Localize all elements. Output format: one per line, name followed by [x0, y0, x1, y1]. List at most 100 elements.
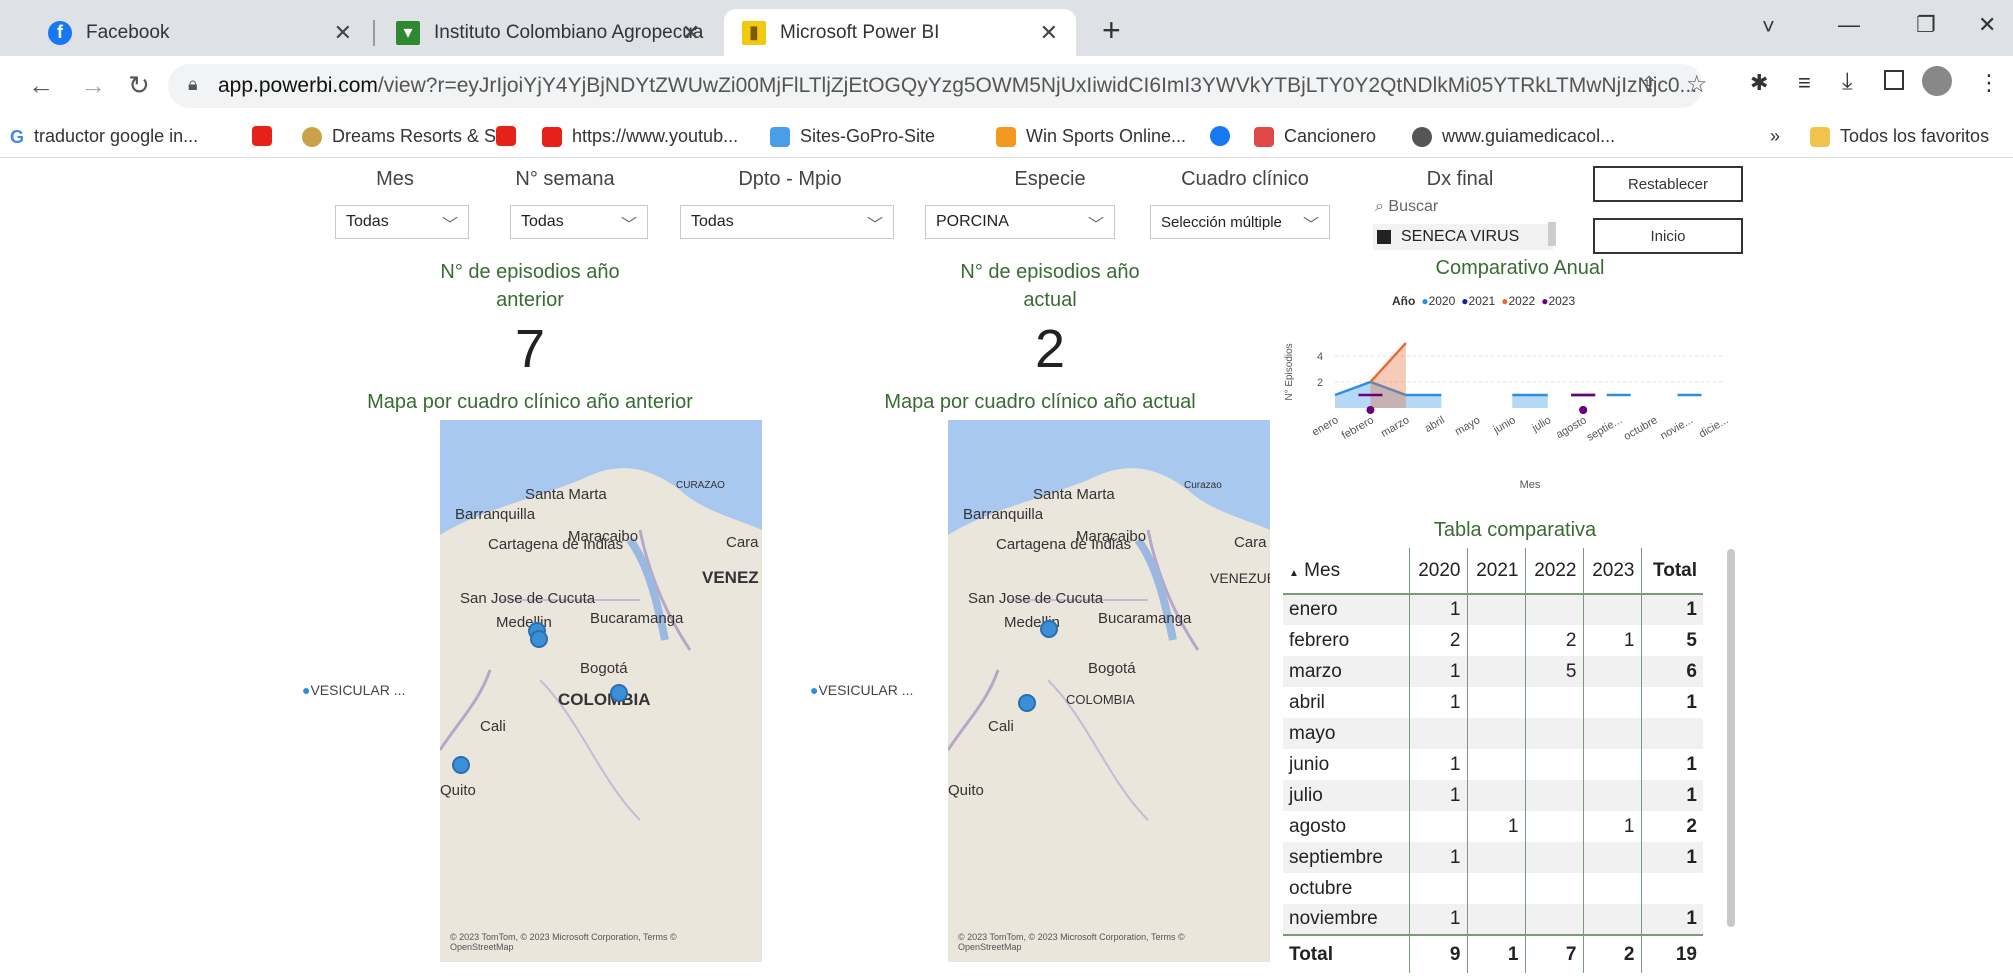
x-tick-label: febrero	[1340, 414, 1376, 442]
map-bubble[interactable]	[452, 756, 470, 774]
tab-ica[interactable]: ▾ Instituto Colombiano Agropecua ✕	[378, 9, 718, 56]
tab-search-icon[interactable]: ˅	[1762, 14, 1775, 40]
table-cell	[1524, 873, 1583, 904]
reset-button[interactable]: Restablecer	[1593, 166, 1743, 202]
restore-button[interactable]: ❐	[1916, 12, 1936, 38]
close-icon[interactable]: ✕	[682, 20, 700, 46]
slicer-dpto-dropdown[interactable]: Todas ﹀	[680, 205, 894, 239]
table-scrollbar[interactable]	[1727, 549, 1735, 927]
back-button[interactable]: ←	[28, 70, 54, 101]
bookmark-youtube-1[interactable]	[252, 126, 282, 146]
x-axis-label: Mes	[1520, 479, 1541, 491]
table-cell: 1	[1640, 780, 1703, 811]
column-header-2022[interactable]: 2022	[1524, 548, 1583, 595]
bookmarks-overflow[interactable]: »	[1770, 126, 1780, 147]
map-curr[interactable]: Santa Marta Barranquilla Cartagena de In…	[948, 420, 1270, 962]
kpi-curr-title: N° de episodios año actual	[960, 261, 1140, 311]
reload-button[interactable]: ↻	[128, 70, 150, 101]
bookmark-facebook[interactable]	[1210, 126, 1240, 146]
area-chart[interactable]: 2 4 N° Episodios enero febrero marzo abril mayo…	[1280, 320, 1740, 500]
tab-title: Microsoft Power BI	[780, 21, 940, 43]
youtube-icon	[252, 126, 272, 146]
ica-icon: ▾	[396, 20, 420, 45]
table-title: Tabla comparativa	[1433, 519, 1597, 541]
share-icon[interactable]: ⇪	[1640, 72, 1658, 98]
home-button[interactable]: Inicio	[1593, 218, 1743, 254]
dx-option-seneca[interactable]: SENECA VIRUS	[1373, 224, 1553, 250]
column-header-mes[interactable]: ▲ Mes	[1283, 548, 1409, 595]
table-row: mayo	[1283, 718, 1703, 749]
table-cell	[1640, 873, 1703, 904]
map-bubble[interactable]	[530, 630, 548, 648]
bookmark-guiamedica[interactable]: www.guiamedicacol...	[1412, 126, 1615, 147]
close-window-button[interactable]: ✕	[1978, 12, 1996, 38]
comparative-table: ▲ Mes 2020 2021 2022 2023 Total enero 1 1 febrer…	[1283, 548, 1703, 973]
table-cell: 2	[1640, 811, 1703, 842]
column-header-total[interactable]: Total	[1640, 548, 1703, 595]
slicer-mes-dropdown[interactable]: Todas ﹀	[335, 205, 469, 239]
sidepanel-icon[interactable]	[1884, 70, 1904, 90]
address-bar[interactable]: 🔒︎ app.powerbi.com/view?r=eyJrIjoiYjY4Yj…	[168, 64, 1703, 108]
map-bubble[interactable]	[610, 684, 628, 702]
avatar[interactable]	[1922, 66, 1952, 96]
legend-item-2022[interactable]: ●2022	[1501, 294, 1535, 308]
minimize-button[interactable]: —	[1838, 12, 1860, 38]
youtube-icon	[542, 126, 562, 147]
map-bubble[interactable]	[1040, 620, 1058, 638]
bookmark-youtube-2[interactable]	[496, 126, 526, 146]
column-header-2020[interactable]: 2020	[1408, 548, 1467, 595]
dx-scrollbar[interactable]	[1548, 222, 1556, 246]
bookmark-gopro[interactable]: Sites-GoPro-Site	[770, 126, 935, 147]
legend-item-2023[interactable]: ●2023	[1541, 294, 1575, 308]
bookmark-youtube-3[interactable]: https://www.youtub...	[542, 126, 738, 147]
extensions-icon[interactable]: ✱	[1750, 70, 1768, 96]
download-icon[interactable]: ⤓	[1842, 68, 1853, 96]
column-header-2023[interactable]: 2023	[1582, 548, 1641, 595]
x-tick-label: agosto	[1554, 414, 1589, 441]
google-icon: G	[10, 126, 25, 147]
table-row: noviembre 1 1	[1283, 904, 1703, 935]
close-icon[interactable]: ✕	[334, 20, 352, 46]
x-tick-label: novie...	[1658, 414, 1695, 442]
legend-item-2020[interactable]: ●2020	[1421, 294, 1455, 308]
bookmark-winsports[interactable]: Win Sports Online...	[996, 126, 1186, 147]
table-cell	[1524, 780, 1583, 811]
tab-facebook[interactable]: f Facebook ✕	[30, 9, 370, 56]
legend-item-2021[interactable]: ●2021	[1461, 294, 1495, 308]
column-header-2021[interactable]: 2021	[1466, 548, 1525, 595]
slicer-semana-dropdown[interactable]: Todas ﹀	[510, 205, 648, 239]
table-cell: 1	[1408, 687, 1467, 718]
chart-legend: Año ●2020 ●2021 ●2022 ●2023	[1392, 294, 1576, 308]
chevron-down-icon: ﹀	[1302, 217, 1319, 234]
map-curr-legend: ●VESICULAR ...	[810, 682, 914, 698]
forward-button[interactable]: →	[80, 70, 106, 101]
checkbox-checked[interactable]	[1377, 230, 1391, 244]
bookmark-dreams[interactable]: Dreams Resorts & S...	[302, 126, 511, 147]
map-prev[interactable]: Santa Marta Barranquilla Cartagena de In…	[440, 420, 762, 962]
media-icon[interactable]: ≡	[1798, 70, 1811, 96]
x-tick-label: octubre	[1622, 414, 1660, 443]
close-icon[interactable]: ✕	[1040, 20, 1058, 46]
menu-icon[interactable]: ⋮	[1978, 70, 2000, 96]
x-tick-label: septie...	[1585, 414, 1624, 444]
bookmark-cancionero[interactable]: Cancionero	[1254, 126, 1376, 147]
kpi-prev-value: 7	[514, 319, 546, 379]
table-row: abril 1 1	[1283, 687, 1703, 718]
bookmark-translate[interactable]: Gtraductor google in...	[10, 126, 198, 147]
slicer-especie-dropdown[interactable]: PORCINA ﹀	[925, 205, 1115, 239]
table-cell	[1408, 873, 1467, 904]
star-icon[interactable]: ☆	[1686, 70, 1708, 99]
tab-powerbi[interactable]: ▮ Microsoft Power BI ✕	[724, 9, 1076, 56]
table-row: enero 1 1	[1283, 594, 1703, 625]
kpi-curr-value: 2	[1034, 319, 1066, 379]
x-tick-label: marzo	[1379, 414, 1411, 440]
slicer-cuadro-dropdown[interactable]: Selección múltiple ﹀	[1150, 205, 1330, 239]
map-bubble[interactable]	[1018, 694, 1036, 712]
youtube-icon	[496, 126, 516, 146]
all-bookmarks[interactable]: Todos los favoritos	[1810, 126, 1989, 147]
dx-search[interactable]: ⌕ Buscar	[1375, 198, 1438, 216]
new-tab-button[interactable]: +	[1102, 12, 1121, 49]
table-row: julio 1 1	[1283, 780, 1703, 811]
map-prev-title: Mapa por cuadro clínico año anterior	[367, 391, 693, 413]
table-cell: 1	[1408, 780, 1467, 811]
